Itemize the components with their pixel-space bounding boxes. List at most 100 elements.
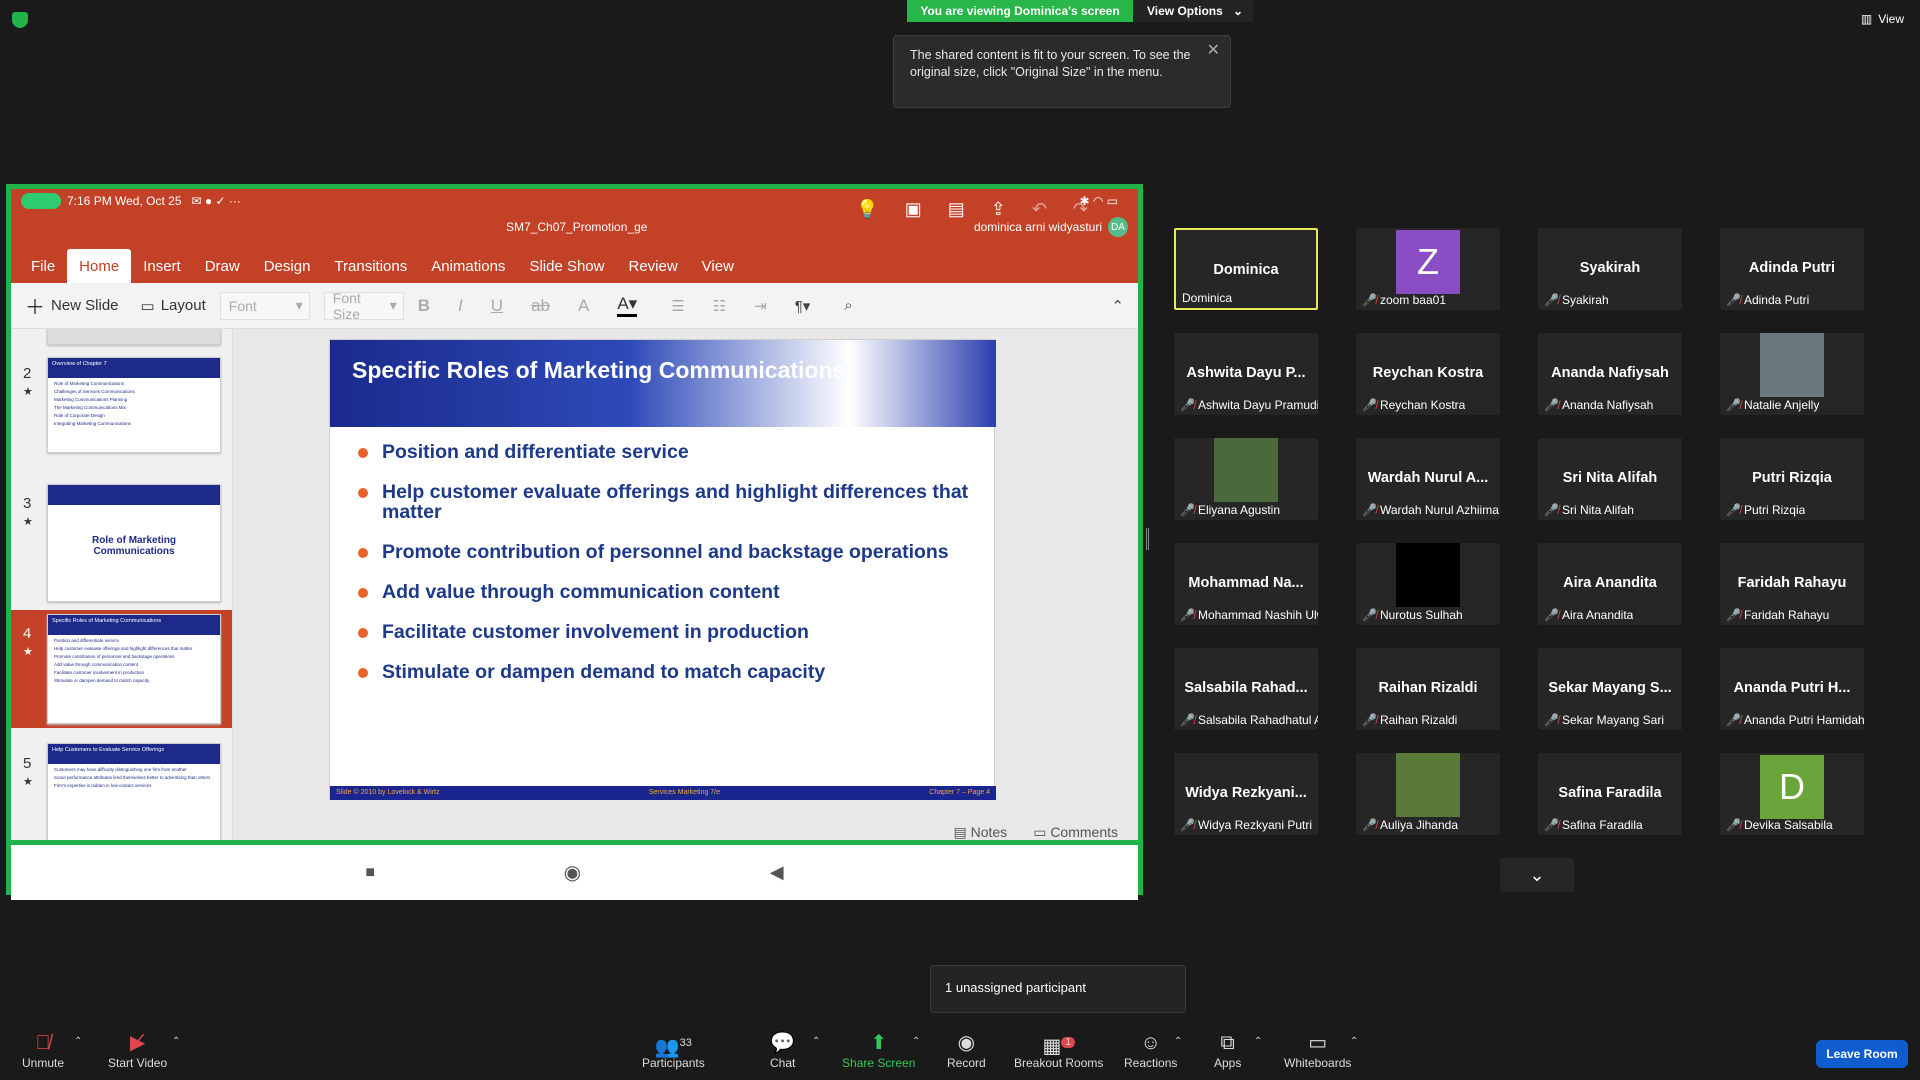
participant-tile[interactable]: Faridah Rahayu 🎤̸ Faridah Rahayu: [1720, 543, 1864, 625]
chat-button[interactable]: 💬 Chat: [770, 1030, 795, 1070]
participant-tile[interactable]: Syakirah 🎤̸ Syakirah: [1538, 228, 1682, 310]
layout-button[interactable]: ▭ Layout: [141, 297, 206, 315]
search-icon[interactable]: ⌕: [844, 297, 852, 314]
redo-icon[interactable]: ↷: [1073, 199, 1088, 220]
tab-view[interactable]: View: [690, 249, 746, 283]
slide-thumbnail-2[interactable]: Overview of Chapter 7 Role of Marketing …: [47, 357, 221, 453]
bullet-text: Help customer evaluate offerings and hig…: [382, 481, 969, 523]
participant-tile[interactable]: Raihan Rizaldi 🎤̸ Raihan Rizaldi: [1356, 648, 1500, 730]
tab-draw[interactable]: Draw: [193, 249, 252, 283]
numbered-list-icon[interactable]: ☷: [713, 297, 726, 315]
recent-apps-icon[interactable]: ■: [365, 864, 375, 882]
indent-icon[interactable]: ⇥: [754, 297, 767, 315]
participants-button[interactable]: 👥33 Participants: [642, 1030, 705, 1070]
undo-icon[interactable]: ↶: [1032, 199, 1047, 220]
participant-tile[interactable]: Mohammad Na... 🎤̸Mohammad Nashih Ulw...: [1174, 543, 1318, 625]
participant-tile[interactable]: Z 🎤̸ zoom baa01: [1356, 228, 1500, 310]
participant-tile[interactable]: Safina Faradila 🎤̸ Safina Faradila: [1538, 753, 1682, 835]
strikethrough-icon[interactable]: ab: [531, 296, 550, 316]
highlight-icon[interactable]: A: [578, 296, 589, 316]
participant-tile[interactable]: Reychan Kostra 🎤̸ Reychan Kostra: [1356, 333, 1500, 415]
collapse-icon[interactable]: ⌃: [1111, 297, 1124, 315]
notes-button[interactable]: ▤ Notes: [953, 824, 1007, 841]
bullet-list-icon[interactable]: ☰: [671, 297, 684, 315]
security-shield-icon[interactable]: [12, 12, 28, 28]
tab-home[interactable]: Home: [67, 249, 132, 283]
participant-label: 🎤̸ Raihan Rizaldi: [1362, 713, 1457, 727]
participant-tile[interactable]: Adinda Putri 🎤̸ Adinda Putri: [1720, 228, 1864, 310]
bold-icon[interactable]: B: [418, 296, 430, 316]
new-slide-button[interactable]: ＋ New Slide: [25, 291, 119, 320]
participant-tile[interactable]: 🎤̸ Auliya Jihanda: [1356, 753, 1500, 835]
participant-tile[interactable]: 🎤̸ Natalie Anjelly: [1720, 333, 1864, 415]
share-screen-button[interactable]: ⬆ Share Screen: [842, 1030, 915, 1070]
resize-handle[interactable]: [1146, 528, 1149, 550]
slide-thumbnail-3[interactable]: Role of Marketing Communications: [47, 484, 221, 602]
participant-tile[interactable]: Salsabila Rahad... 🎤̸ Salsabila Rahadhatul…: [1174, 648, 1318, 730]
audio-options-caret-icon[interactable]: ⌃: [74, 1036, 82, 1047]
slide-thumbnails-panel[interactable]: 2 ★ Overview of Chapter 7 Role of Market…: [11, 329, 233, 840]
participant-tile[interactable]: Dominica Dominica: [1174, 228, 1318, 310]
share-icon[interactable]: ⇪: [991, 199, 1006, 220]
slide-thumbnail-4[interactable]: Specific Roles of Marketing Communicatio…: [47, 614, 221, 724]
underline-icon[interactable]: U: [491, 296, 503, 316]
gallery-next-page-button[interactable]: ⌄: [1500, 858, 1574, 892]
tab-slide-show[interactable]: Slide Show: [517, 249, 616, 283]
present-icon[interactable]: ▤: [948, 199, 965, 220]
device-time: 7:16 PM Wed, Oct 25: [67, 194, 182, 208]
slide-thumbnail-1[interactable]: [47, 329, 221, 345]
view-button[interactable]: ▥ View: [1861, 12, 1904, 26]
start-video-button[interactable]: ▶̸ Start Video: [108, 1030, 167, 1070]
view-options-button[interactable]: View Options ⌄: [1133, 0, 1253, 22]
unmute-button[interactable]: 🎙̸ Unmute: [22, 1030, 64, 1070]
close-icon[interactable]: ✕: [1207, 42, 1220, 59]
tab-design[interactable]: Design: [252, 249, 323, 283]
participant-tile[interactable]: Putri Rizqia 🎤̸ Putri Rizqia: [1720, 438, 1864, 520]
breakout-rooms-button[interactable]: ▦ 1 Breakout Rooms: [1014, 1030, 1103, 1070]
tab-review[interactable]: Review: [616, 249, 689, 283]
participant-tile[interactable]: D 🎤̸ Devika Salsabila: [1720, 753, 1864, 835]
video-options-caret-icon[interactable]: ⌃: [172, 1036, 180, 1047]
participant-tile[interactable]: 🎤̸ Eliyana Agustin: [1174, 438, 1318, 520]
save-icon[interactable]: ▣: [905, 199, 922, 220]
reactions-button[interactable]: ☺ Reactions: [1124, 1030, 1177, 1070]
tab-transitions[interactable]: Transitions: [322, 249, 419, 283]
slide-footer: Slide © 2010 by Lovelock & Wirtz Service…: [330, 786, 996, 800]
participant-tile[interactable]: 🎤̸ Nurotus Sulhah: [1356, 543, 1500, 625]
comments-button[interactable]: ▭ Comments: [1033, 824, 1118, 841]
tab-insert[interactable]: Insert: [131, 249, 193, 283]
participant-tile[interactable]: Aira Anandita 🎤̸ Aira Anandita: [1538, 543, 1682, 625]
participant-tile[interactable]: Wardah Nurul A... 🎤̸ Wardah Nurul Azhiima: [1356, 438, 1500, 520]
participant-tile[interactable]: Ananda Putri H... 🎤̸ Ananda Putri Hamidah: [1720, 648, 1864, 730]
share-caret-icon[interactable]: ⌃: [912, 1036, 920, 1047]
unassigned-participant-notice[interactable]: 1 unassigned participant: [930, 965, 1186, 1013]
participant-tile[interactable]: Sri Nita Alifah 🎤̸ Sri Nita Alifah: [1538, 438, 1682, 520]
reactions-caret-icon[interactable]: ⌃: [1174, 1036, 1182, 1047]
mic-indicator-icon: [21, 193, 61, 209]
font-color-icon[interactable]: A▾: [617, 294, 638, 317]
user-account[interactable]: dominica arni widyasturi DA: [974, 217, 1128, 237]
italic-icon[interactable]: I: [458, 296, 463, 316]
record-button[interactable]: ◉ Record: [947, 1030, 986, 1070]
participant-tile[interactable]: Widya Rezkyani... 🎤̸ Widya Rezkyani Putri: [1174, 753, 1318, 835]
footer-left: Slide © 2010 by Lovelock & Wirtz: [336, 789, 440, 796]
apps-caret-icon[interactable]: ⌃: [1254, 1036, 1262, 1047]
paragraph-icon[interactable]: ¶▾: [795, 297, 811, 315]
lightbulb-icon[interactable]: 💡: [856, 199, 878, 220]
apps-button[interactable]: ⧉ Apps: [1214, 1030, 1241, 1070]
current-slide[interactable]: Specific Roles of Marketing Communicatio…: [329, 339, 996, 800]
whiteboards-button[interactable]: ▭ Whiteboards: [1284, 1030, 1351, 1070]
chat-caret-icon[interactable]: ⌃: [812, 1036, 820, 1047]
slide-thumbnail-5[interactable]: Help Customers to Evaluate Service Offer…: [47, 743, 221, 840]
font-size-select[interactable]: Font Size ▾: [323, 290, 404, 322]
back-icon[interactable]: ◀: [770, 862, 784, 883]
tab-animations[interactable]: Animations: [419, 249, 517, 283]
leave-room-button[interactable]: Leave Room: [1816, 1040, 1908, 1068]
home-icon[interactable]: ◉: [564, 860, 581, 885]
font-select[interactable]: Font ▾: [219, 291, 310, 320]
participant-tile[interactable]: Sekar Mayang S... 🎤̸ Sekar Mayang Sari: [1538, 648, 1682, 730]
participant-tile[interactable]: Ananda Nafiysah 🎤̸ Ananda Nafiysah: [1538, 333, 1682, 415]
whiteboards-caret-icon[interactable]: ⌃: [1350, 1036, 1358, 1047]
participant-tile[interactable]: Ashwita Dayu P... 🎤̸ Ashwita Dayu Pramudit…: [1174, 333, 1318, 415]
tab-file[interactable]: File: [19, 249, 67, 283]
